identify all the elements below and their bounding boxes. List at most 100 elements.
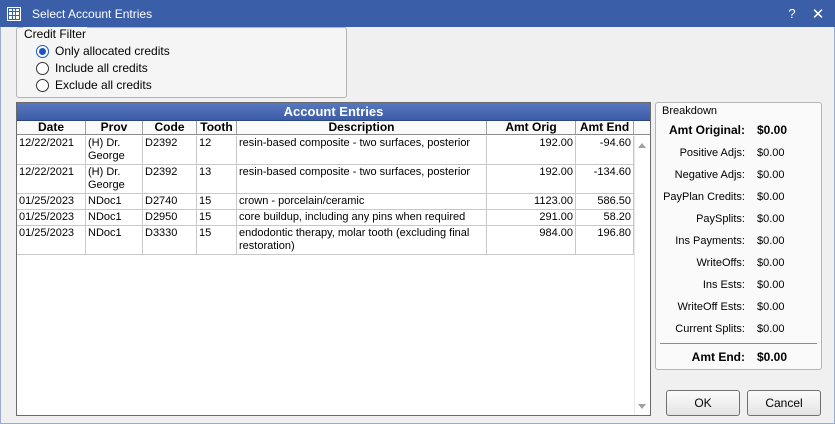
cell-amt-end: -134.60 <box>576 165 634 193</box>
column-header-amt-end[interactable]: Amt End <box>576 121 634 134</box>
radio-include-all[interactable]: Include all credits <box>36 61 148 75</box>
cell-date: 01/25/2023 <box>17 194 86 209</box>
radio-exclude-all[interactable]: Exclude all credits <box>36 78 152 92</box>
cell-tooth: 15 <box>197 226 237 254</box>
breakdown-label: Amt Original: <box>668 123 745 137</box>
cell-code: D3330 <box>143 226 197 254</box>
cell-prov: (H) Dr. George <box>86 136 143 164</box>
breakdown-value: $0.00 <box>757 279 785 291</box>
breakdown-row: PayPlan Credits: $0.00 <box>656 191 821 203</box>
breakdown-label: Ins Payments: <box>675 235 745 247</box>
breakdown-row: Negative Adjs: $0.00 <box>656 169 821 181</box>
app-grid-icon <box>7 6 21 21</box>
breakdown-value: $0.00 <box>757 235 785 247</box>
breakdown-row: Positive Adjs: $0.00 <box>656 147 821 159</box>
breakdown-value: $0.00 <box>757 147 785 159</box>
cell-amt-orig: 291.00 <box>487 210 576 225</box>
grid-body: 12/22/2021 (H) Dr. George D2392 12 resin… <box>17 136 634 255</box>
table-row[interactable]: 01/25/2023 NDoc1 D2950 15 core buildup, … <box>17 210 634 226</box>
cell-amt-end: 586.50 <box>576 194 634 209</box>
column-header-code[interactable]: Code <box>143 121 197 134</box>
cell-description: resin-based composite - two surfaces, po… <box>237 165 487 193</box>
cell-amt-orig: 984.00 <box>487 226 576 254</box>
breakdown-value: $0.00 <box>757 323 785 335</box>
breakdown-label: Negative Adjs: <box>674 169 745 181</box>
cell-tooth: 15 <box>197 194 237 209</box>
breakdown-row: Ins Ests: $0.00 <box>656 279 821 291</box>
breakdown-amt-original: Amt Original: $0.00 <box>656 123 821 137</box>
grid-header: Date Prov Code Tooth Description Amt Ori… <box>17 121 650 135</box>
cell-amt-end: 58.20 <box>576 210 634 225</box>
cell-tooth: 12 <box>197 136 237 164</box>
breakdown-value: $0.00 <box>757 350 788 364</box>
radio-label: Exclude all credits <box>55 78 152 92</box>
breakdown-value: $0.00 <box>757 123 788 137</box>
cell-prov: NDoc1 <box>86 194 143 209</box>
breakdown-label: Current Splits: <box>675 323 745 335</box>
breakdown-label: Positive Adjs: <box>679 147 745 159</box>
breakdown-label: Ins Ests: <box>702 279 745 291</box>
radio-only-allocated[interactable]: Only allocated credits <box>36 44 170 58</box>
breakdown-label: PaySplits: <box>696 213 745 225</box>
close-button[interactable]: ✕ <box>805 0 831 27</box>
breakdown-row: WriteOff Ests: $0.00 <box>656 301 821 313</box>
cell-code: D2392 <box>143 165 197 193</box>
cell-code: D2740 <box>143 194 197 209</box>
cell-description: core buildup, including any pins when re… <box>237 210 487 225</box>
table-row[interactable]: 12/22/2021 (H) Dr. George D2392 12 resin… <box>17 136 634 165</box>
column-header-date[interactable]: Date <box>17 121 86 134</box>
cell-description: crown - porcelain/ceramic <box>237 194 487 209</box>
column-header-prov[interactable]: Prov <box>86 121 143 134</box>
breakdown-divider <box>660 343 817 344</box>
column-header-description[interactable]: Description <box>237 121 487 134</box>
breakdown-label: WriteOff Ests: <box>677 301 745 313</box>
credit-filter-group: Credit Filter Only allocated credits Inc… <box>16 27 347 98</box>
radio-button-icon[interactable] <box>36 61 49 75</box>
grid-title: Account Entries <box>17 103 650 121</box>
scroll-down-arrow-icon[interactable] <box>638 404 646 409</box>
table-row[interactable]: 01/25/2023 NDoc1 D2740 15 crown - porcel… <box>17 194 634 210</box>
breakdown-value: $0.00 <box>757 213 785 225</box>
radio-label: Include all credits <box>55 61 148 75</box>
breakdown-amt-end: Amt End: $0.00 <box>656 350 821 364</box>
ok-button[interactable]: OK <box>666 390 740 416</box>
cell-date: 12/22/2021 <box>17 165 86 193</box>
cell-amt-orig: 192.00 <box>487 136 576 164</box>
breakdown-title: Breakdown <box>662 105 718 117</box>
breakdown-value: $0.00 <box>757 301 785 313</box>
column-header-tooth[interactable]: Tooth <box>197 121 237 134</box>
title-bar: Select Account Entries ? ✕ <box>0 0 835 27</box>
cell-date: 01/25/2023 <box>17 226 86 254</box>
breakdown-value: $0.00 <box>757 257 785 269</box>
cell-date: 01/25/2023 <box>17 210 86 225</box>
cell-prov: NDoc1 <box>86 210 143 225</box>
column-header-amt-orig[interactable]: Amt Orig <box>487 121 576 134</box>
scroll-up-arrow-icon[interactable] <box>638 143 646 148</box>
credit-filter-title: Credit Filter <box>23 27 88 41</box>
account-entries-grid[interactable]: Account Entries Date Prov Code Tooth Des… <box>16 102 651 416</box>
radio-label: Only allocated credits <box>55 44 170 58</box>
vertical-scrollbar[interactable] <box>634 136 650 415</box>
breakdown-value: $0.00 <box>757 169 785 181</box>
help-button[interactable]: ? <box>779 0 805 27</box>
breakdown-row: Current Splits: $0.00 <box>656 323 821 335</box>
cell-tooth: 15 <box>197 210 237 225</box>
table-row[interactable]: 01/25/2023 NDoc1 D3330 15 endodontic the… <box>17 226 634 255</box>
cell-code: D2392 <box>143 136 197 164</box>
breakdown-row: WriteOffs: $0.00 <box>656 257 821 269</box>
cell-code: D2950 <box>143 210 197 225</box>
cell-date: 12/22/2021 <box>17 136 86 164</box>
breakdown-group: Breakdown Amt Original: $0.00 Positive A… <box>655 102 822 370</box>
breakdown-label: Amt End: <box>691 350 745 364</box>
breakdown-label: WriteOffs: <box>696 257 746 269</box>
table-row[interactable]: 12/22/2021 (H) Dr. George D2392 13 resin… <box>17 165 634 194</box>
radio-button-icon[interactable] <box>36 78 49 92</box>
radio-button-icon[interactable] <box>36 44 49 58</box>
cell-description: resin-based composite - two surfaces, po… <box>237 136 487 164</box>
cell-prov: (H) Dr. George <box>86 165 143 193</box>
cell-amt-end: -94.60 <box>576 136 634 164</box>
cell-amt-orig: 192.00 <box>487 165 576 193</box>
cell-tooth: 13 <box>197 165 237 193</box>
cancel-button[interactable]: Cancel <box>747 390 821 416</box>
cell-amt-orig: 1123.00 <box>487 194 576 209</box>
